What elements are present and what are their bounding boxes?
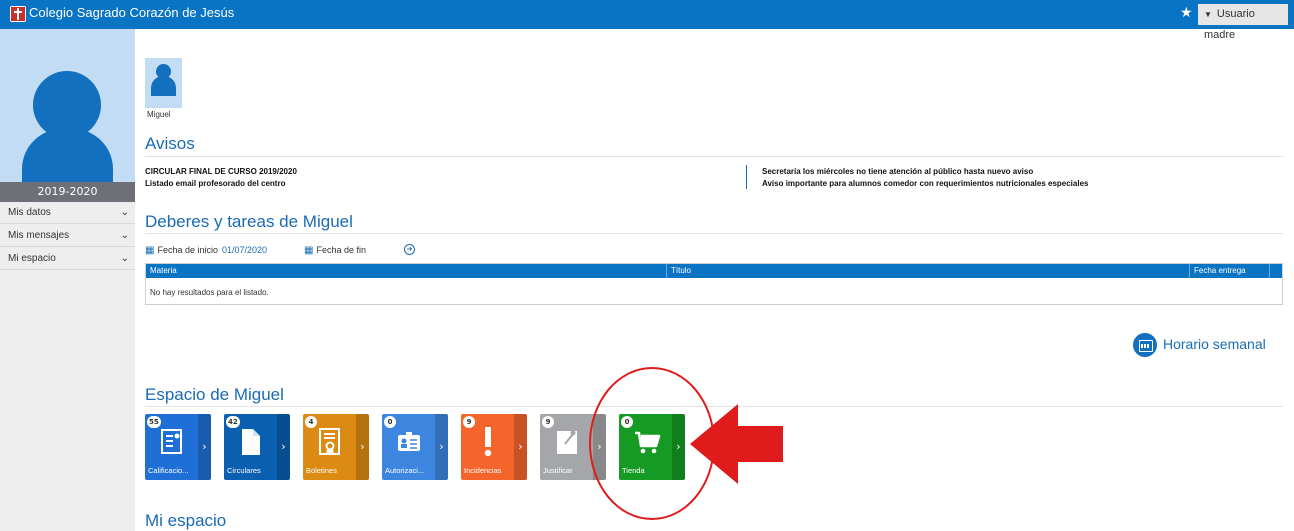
tile-count: 0 [384,416,396,428]
star-icon[interactable]: ★ [1180,5,1193,21]
sidebar-item-mi-espacio[interactable]: Mi espacio ⌄ [0,248,135,270]
chevron-right-icon: › [277,414,290,480]
top-bar: Colegio Sagrado Corazón de Jesús ★ ▼ Usua… [0,0,1294,41]
tile-label: Incidencias [464,466,502,475]
aviso-link[interactable]: Aviso importante para alumnos comedor co… [762,179,1088,188]
grades-icon [161,429,182,454]
tile-boletines[interactable]: 4 Boletines › [303,414,369,480]
sidebar-item-label: Mis mensajes [8,230,70,241]
sidebar-item-mis-mensajes[interactable]: Mis mensajes ⌄ [0,225,135,247]
espacio-title: Espacio de Miguel [145,385,284,404]
tile-label: Calificacio... [148,466,189,475]
tile-count: 9 [542,416,554,428]
aviso-link[interactable]: Listado email profesorado del centro [145,179,285,188]
arrow-right-circle-icon[interactable]: ➜ [404,244,415,255]
student-name: Miguel [147,110,171,119]
user-menu[interactable]: ▼ Usuario madre [1198,4,1288,41]
schedule-link-label: Horario semanal [1163,336,1266,352]
red-arrow-icon [690,404,783,484]
calendar-icon [1133,333,1157,357]
column-header[interactable]: Materia [146,264,667,278]
table-header: Materia Título Fecha entrega [146,264,1282,278]
school-logo-icon [10,6,26,22]
sidebar-item-label: Mis datos [8,207,51,218]
chevron-down-icon: ⌄ [120,230,129,241]
pin-note-icon [557,430,577,454]
tile-incidencias[interactable]: 9 Incidencias › [461,414,527,480]
student-avatar[interactable] [145,58,182,108]
deberes-table: Materia Título Fecha entrega No hay resu… [145,263,1283,305]
tile-count: 55 [147,416,161,428]
chevron-down-icon: ⌄ [120,207,129,218]
start-date-field[interactable]: ▦ Fecha de inicio 01/07/2020 [145,245,267,256]
tile-autorizaciones[interactable]: 0 Autorizaci... › [382,414,448,480]
certificate-icon [319,428,340,455]
chevron-right-icon: › [435,414,448,480]
column-header[interactable]: Fecha entrega [1190,264,1270,278]
aviso-link[interactable]: CIRCULAR FINAL DE CURSO 2019/2020 [145,167,297,176]
exclamation-icon [484,427,492,457]
school-year: 2019-2020 [0,182,135,202]
deberes-title: Deberes y tareas de Miguel [145,212,353,231]
id-card-icon [398,432,420,451]
profile-avatar [0,29,135,202]
calendar-icon: ▦ [304,245,314,256]
sidebar-item-mis-datos[interactable]: Mis datos ⌄ [0,202,135,224]
column-header[interactable]: Título [667,264,1190,278]
tile-label: Boletines [306,466,337,475]
tile-count: 9 [463,416,475,428]
chevron-right-icon: › [356,414,369,480]
start-date-value: 01/07/2020 [222,245,268,255]
sidebar-item-label: Mi espacio [8,253,56,264]
chevron-right-icon: › [198,414,211,480]
tile-label: Justificar [543,466,573,475]
aviso-link[interactable]: Secretaría los miércoles no tiene atenci… [762,167,1033,176]
calendar-icon: ▦ [145,245,155,256]
school-name[interactable]: Colegio Sagrado Corazón de Jesús [29,5,234,20]
chevron-right-icon: › [514,414,527,480]
tile-circulares[interactable]: 42 Circulares › [224,414,290,480]
tile-label: Autorizaci... [385,466,425,475]
sidebar: 2019-2020 Mis datos ⌄ Mis mensajes ⌄ Mi … [0,29,135,531]
avisos-title: Avisos [145,134,195,153]
end-date-field[interactable]: ▦ Fecha de fin [304,245,366,256]
tile-label: Circulares [227,466,261,475]
mi-espacio-title: Mi espacio [145,511,227,530]
tile-calificaciones[interactable]: 55 Calificacio... › [145,414,211,480]
chevron-down-icon: ⌄ [120,253,129,264]
chevron-down-icon: ▼ [1204,10,1212,19]
tile-count: 42 [226,416,240,428]
tile-count: 4 [305,416,317,428]
document-icon [242,429,260,455]
empty-message: No hay resultados para el listado. [150,288,269,297]
